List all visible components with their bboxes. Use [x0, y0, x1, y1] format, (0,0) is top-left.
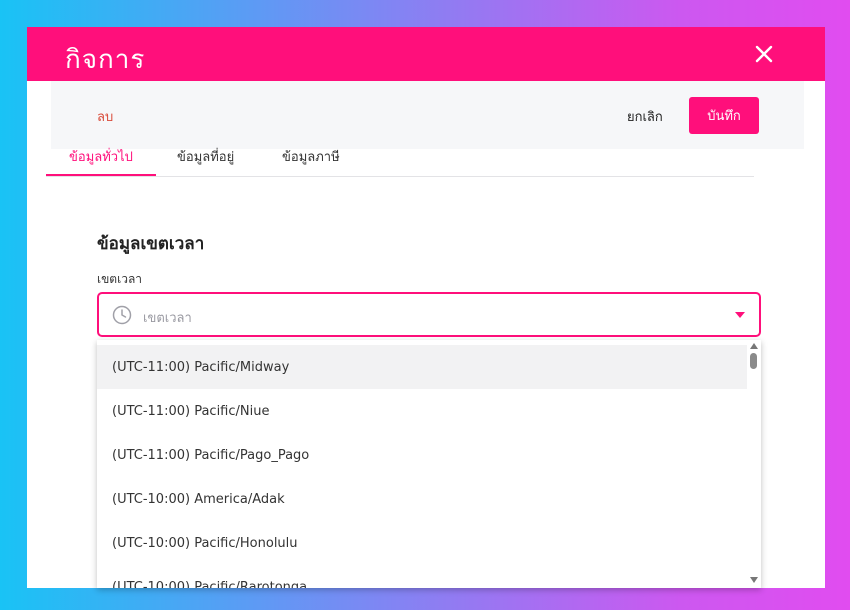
save-button[interactable]: บันทึก — [689, 97, 759, 134]
timezone-option[interactable]: (UTC-10:00) Pacific/Honolulu — [97, 521, 747, 565]
timezone-placeholder: เขตเวลา — [143, 311, 192, 326]
timezone-option[interactable]: (UTC-10:00) Pacific/Rarotonga — [97, 565, 747, 589]
timezone-option[interactable]: (UTC-11:00) Pacific/Pago_Pago — [97, 433, 747, 477]
timezone-option[interactable]: (UTC-10:00) America/Adak — [97, 477, 747, 521]
modal-header: กิจการ — [27, 27, 825, 81]
scroll-thumb[interactable] — [750, 353, 757, 369]
tab-general[interactable]: ข้อมูลทั่วไป — [69, 146, 133, 176]
section-title: ข้อมูลเขตเวลา — [97, 234, 205, 254]
tab-address[interactable]: ข้อมูลที่อยู่ — [177, 146, 234, 176]
tab-tax[interactable]: ข้อมูลภาษี — [282, 146, 340, 176]
active-tab-indicator — [46, 174, 156, 176]
timezone-select[interactable]: เขตเวลา — [97, 292, 761, 337]
timezone-option[interactable]: (UTC-11:00) Pacific/Midway — [97, 345, 747, 389]
chevron-down-icon — [735, 312, 745, 318]
timezone-field-label: เขตเวลา — [97, 272, 143, 286]
clock-icon — [112, 305, 132, 325]
action-bar: ลบ ยกเลิก บันทึก — [51, 81, 804, 149]
scroll-up-icon[interactable] — [750, 343, 758, 349]
tab-bar: ข้อมูลทั่วไป ข้อมูลที่อยู่ ข้อมูลภาษี — [46, 140, 754, 177]
timezone-dropdown: (UTC-11:00) Pacific/Midway (UTC-11:00) P… — [97, 340, 761, 588]
cancel-button[interactable]: ยกเลิก — [627, 106, 663, 127]
close-icon[interactable] — [751, 41, 777, 67]
scroll-down-icon[interactable] — [750, 577, 758, 583]
delete-button[interactable]: ลบ — [97, 106, 113, 127]
timezone-option[interactable]: (UTC-11:00) Pacific/Niue — [97, 389, 747, 433]
modal-title: กิจการ — [65, 45, 146, 75]
dropdown-scrollbar[interactable] — [747, 340, 761, 588]
